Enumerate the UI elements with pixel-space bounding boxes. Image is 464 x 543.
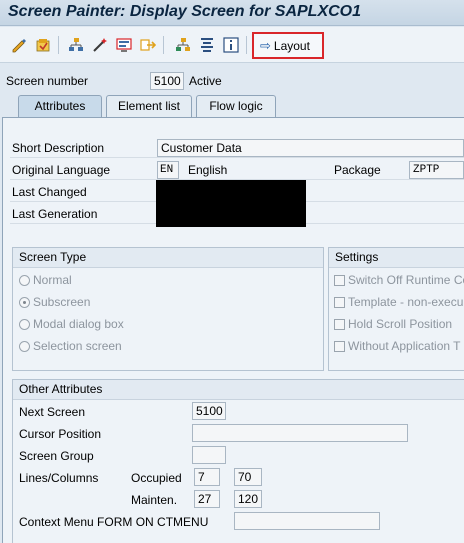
radio-button-icon <box>19 274 30 286</box>
context-menu-field <box>234 512 380 530</box>
checkbox-switch-off-runtime-label: Switch Off Runtime Co <box>348 273 464 287</box>
checkbox-switch-off-runtime: Switch Off Runtime Co <box>334 273 464 287</box>
toolbar-separator <box>163 36 164 54</box>
redacted-block <box>156 180 306 227</box>
toolbar-separator <box>246 36 247 54</box>
package-field: ZPTP <box>409 161 464 179</box>
window-title: Screen Painter: Display Screen for SAPLX… <box>8 3 362 20</box>
next-screen-field: 5100 <box>192 402 226 420</box>
checkbox-icon <box>334 318 345 330</box>
element-tree-icon[interactable] <box>174 36 192 54</box>
checkbox-icon <box>334 274 345 286</box>
short-description-field: Customer Data <box>157 139 464 157</box>
checkbox-template: Template - non-execu <box>334 295 463 309</box>
activate-icon[interactable] <box>34 36 52 54</box>
checkbox-hold-scroll: Hold Scroll Position <box>334 317 452 331</box>
checkbox-icon <box>334 340 345 352</box>
package-label: Package <box>334 163 381 177</box>
arrow-right-icon: ⇨ <box>260 37 271 53</box>
radio-normal-label: Normal <box>33 273 72 287</box>
checkbox-without-application: Without Application T <box>334 339 461 353</box>
radio-subscreen: Subscreen <box>19 295 90 309</box>
tab-flow-logic[interactable]: Flow logic <box>196 95 276 117</box>
radio-selection-screen-label: Selection screen <box>33 339 122 353</box>
radio-normal: Normal <box>19 273 72 287</box>
screen-type-header: Screen Type <box>13 248 323 268</box>
original-language-name: English <box>188 163 228 177</box>
original-language-code: EN <box>157 161 179 179</box>
layout-button[interactable]: ⇨ Layout <box>252 32 324 59</box>
occupied-lines-field: 7 <box>194 468 220 486</box>
screen-group-field <box>192 446 226 464</box>
next-screen-label: Next Screen <box>19 405 86 419</box>
radio-button-icon <box>19 340 30 352</box>
row-divider <box>10 157 464 158</box>
radio-modal-dialog-label: Modal dialog box <box>33 317 124 331</box>
checkbox-icon <box>334 296 345 308</box>
radio-subscreen-label: Subscreen <box>33 295 91 309</box>
short-description-label: Short Description <box>12 141 105 155</box>
application-toolbar <box>0 27 464 63</box>
screen-number-label: Screen number <box>6 74 89 88</box>
settings-group: Settings Switch Off Runtime Co Template … <box>328 247 464 371</box>
magic-wand-icon[interactable] <box>91 36 109 54</box>
mainten-columns-field: 120 <box>234 490 262 508</box>
radio-selection-screen: Selection screen <box>19 339 122 353</box>
move-icon[interactable] <box>139 36 157 54</box>
context-menu-label: Context Menu FORM ON CTMENU <box>19 515 209 529</box>
radio-button-selected-icon <box>19 296 30 308</box>
screen-status: Active <box>189 74 222 88</box>
tab-attributes[interactable]: Attributes <box>18 95 102 118</box>
title-bar: Screen Painter: Display Screen for SAPLX… <box>0 0 464 26</box>
occupied-label: Occupied <box>131 471 182 485</box>
cursor-position-field <box>192 424 408 442</box>
toolbar-separator <box>58 36 59 54</box>
info-icon[interactable] <box>222 36 240 54</box>
mainten-label: Mainten. <box>131 493 178 507</box>
screen-group-label: Screen Group <box>19 449 94 463</box>
mainten-lines-field: 27 <box>194 490 220 508</box>
lines-columns-label: Lines/Columns <box>19 471 99 485</box>
radio-modal-dialog: Modal dialog box <box>19 317 124 331</box>
screen-number-field: 5100 <box>150 72 184 90</box>
align-icon[interactable] <box>198 36 216 54</box>
occupied-columns-field: 70 <box>234 468 262 486</box>
checkbox-without-application-label: Without Application T <box>348 339 461 353</box>
change-display-icon[interactable] <box>10 36 28 54</box>
screen-icon[interactable] <box>115 36 133 54</box>
hierarchy-icon[interactable] <box>67 36 85 54</box>
other-attributes-header: Other Attributes <box>13 380 464 400</box>
tab-element-list[interactable]: Element list <box>106 95 192 117</box>
cursor-position-label: Cursor Position <box>19 427 102 441</box>
radio-button-icon <box>19 318 30 330</box>
checkbox-template-label: Template - non-execu <box>348 295 464 309</box>
settings-header: Settings <box>329 248 464 268</box>
last-generation-label: Last Generation <box>12 207 98 221</box>
last-changed-label: Last Changed <box>12 185 87 199</box>
layout-button-label: Layout <box>273 38 310 53</box>
original-language-label: Original Language <box>12 163 111 177</box>
checkbox-hold-scroll-label: Hold Scroll Position <box>348 317 453 331</box>
